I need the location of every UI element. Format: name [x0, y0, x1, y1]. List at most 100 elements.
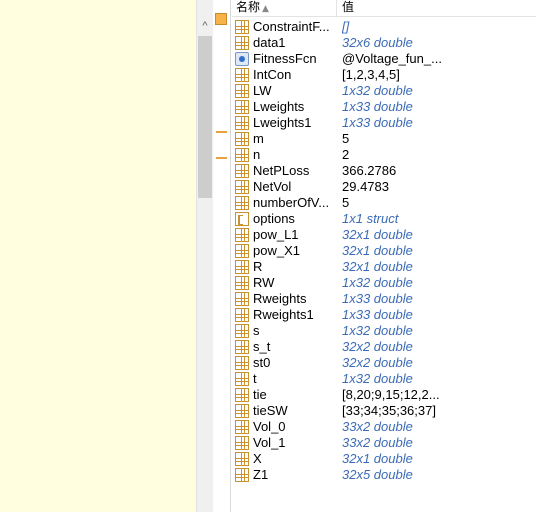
variable-row[interactable]: n2 [232, 147, 536, 163]
variable-value: 366.2786 [342, 163, 397, 178]
scrollbar-thumb[interactable] [198, 36, 212, 198]
variable-value: 29.4783 [342, 179, 389, 194]
variable-row[interactable]: RW 1x32 double [232, 275, 536, 291]
grid-icon [235, 148, 249, 162]
variable-name: m [253, 131, 264, 146]
variable-value: 32x2 double [342, 339, 413, 354]
variable-name: FitnessFcn [253, 51, 317, 66]
variable-row[interactable]: IntCon [1,2,3,4,5] [232, 67, 536, 83]
variable-row[interactable]: LW 1x32 double [232, 83, 536, 99]
variable-value: @Voltage_fun_... [342, 51, 442, 66]
name-column-label: 名称 [236, 0, 261, 14]
grid-icon [235, 324, 249, 338]
variable-name: s [253, 323, 260, 338]
variable-row[interactable]: data1 32x6 double [232, 35, 536, 51]
grid-icon [235, 260, 249, 274]
variable-row[interactable]: pow_L1 32x1 double [232, 227, 536, 243]
variable-name: X [253, 451, 262, 466]
variable-name: pow_X1 [253, 243, 300, 258]
variable-name: tieSW [253, 403, 288, 418]
variable-name: ConstraintF... [253, 19, 330, 34]
variable-row[interactable]: X 32x1 double [232, 451, 536, 467]
variable-row[interactable]: Rweights1 1x33 double [232, 307, 536, 323]
grid-icon [235, 308, 249, 322]
grid-icon [235, 100, 249, 114]
grid-icon [235, 196, 249, 210]
variable-value: 33x2 double [342, 419, 413, 434]
variable-value: 5 [342, 195, 350, 210]
code-editor-area[interactable] [0, 0, 196, 512]
variable-value: 32x2 double [342, 355, 413, 370]
variable-value: 32x1 double [342, 451, 413, 466]
variable-row[interactable]: numberOfV... 5 [232, 195, 536, 211]
variable-row[interactable]: FitnessFcn @Voltage_fun_... [232, 51, 536, 67]
grid-icon [235, 372, 249, 386]
variable-row[interactable]: tieSW [33;34;35;36;37] [232, 403, 536, 419]
grid-icon [235, 388, 249, 402]
variable-name: Z1 [253, 467, 269, 482]
variable-name: options [253, 211, 295, 226]
grid-icon [235, 436, 249, 450]
grid-icon [235, 164, 249, 178]
variable-row[interactable]: Vol_1 33x2 double [232, 435, 536, 451]
warning-marker[interactable] [216, 157, 227, 159]
grid-icon [235, 20, 249, 34]
column-divider[interactable] [336, 0, 337, 17]
variable-row[interactable]: Z1 32x5 double [232, 467, 536, 483]
variable-name: LW [253, 83, 272, 98]
variable-row[interactable]: tie [8,20;9,15;12,2... [232, 387, 536, 403]
variable-value: 1x33 double [342, 307, 413, 322]
variable-row[interactable]: Lweights 1x33 double [232, 99, 536, 115]
grid-icon [235, 468, 249, 482]
function-handle-icon [235, 52, 249, 66]
warning-status-icon[interactable] [215, 13, 227, 25]
grid-icon [235, 292, 249, 306]
variable-row[interactable]: Rweights 1x33 double [232, 291, 536, 307]
warning-marker[interactable] [216, 131, 227, 133]
variable-value: 32x1 double [342, 227, 413, 242]
variable-row[interactable]: NetPLoss 366.2786 [232, 163, 536, 179]
name-column-header[interactable]: 名称 ▲ [236, 0, 336, 16]
variable-name: Vol_1 [253, 435, 286, 450]
scroll-up-arrow-icon[interactable]: ^ [197, 18, 213, 34]
variable-row[interactable]: m5 [232, 131, 536, 147]
variable-name: s_t [253, 339, 271, 354]
variable-value: 1x32 double [342, 83, 413, 98]
variable-value: 1x33 double [342, 115, 413, 130]
grid-icon [235, 84, 249, 98]
variable-row[interactable]: options 1x1 struct [232, 211, 536, 227]
variable-row[interactable]: pow_X1 32x1 double [232, 243, 536, 259]
grid-icon [235, 36, 249, 50]
variable-value: 33x2 double [342, 435, 413, 450]
grid-icon [235, 340, 249, 354]
variable-value: [33;34;35;36;37] [342, 403, 436, 418]
variable-row[interactable]: t 1x32 double [232, 371, 536, 387]
variable-value: [1,2,3,4,5] [342, 67, 400, 82]
variable-row[interactable]: R 32x1 double [232, 259, 536, 275]
variable-name: RW [253, 275, 275, 290]
variable-row[interactable]: s_t 32x2 double [232, 339, 536, 355]
editor-vertical-scrollbar[interactable]: ^ [196, 0, 213, 512]
variable-row[interactable]: Vol_0 33x2 double [232, 419, 536, 435]
variable-row[interactable]: st0 32x2 double [232, 355, 536, 371]
variable-row[interactable]: NetVol 29.4783 [232, 179, 536, 195]
variable-value: 32x1 double [342, 243, 413, 258]
grid-icon [235, 116, 249, 130]
variable-value: 2 [342, 147, 350, 162]
variable-value: 1x32 double [342, 371, 413, 386]
variable-name: IntCon [253, 67, 292, 82]
grid-icon [235, 228, 249, 242]
variable-name: Vol_0 [253, 419, 286, 434]
grid-icon [235, 132, 249, 146]
sort-ascending-icon: ▲ [262, 4, 269, 14]
value-column-header[interactable]: 值 [342, 0, 354, 15]
variable-name: st0 [253, 355, 271, 370]
variable-row[interactable]: Lweights1 1x33 double [232, 115, 536, 131]
variable-row[interactable]: ConstraintF... [] [232, 19, 536, 35]
variable-row[interactable]: s 1x32 double [232, 323, 536, 339]
variable-name: Lweights [253, 99, 305, 114]
grid-icon [235, 180, 249, 194]
variable-name: n [253, 147, 261, 162]
grid-icon [235, 276, 249, 290]
grid-icon [235, 420, 249, 434]
